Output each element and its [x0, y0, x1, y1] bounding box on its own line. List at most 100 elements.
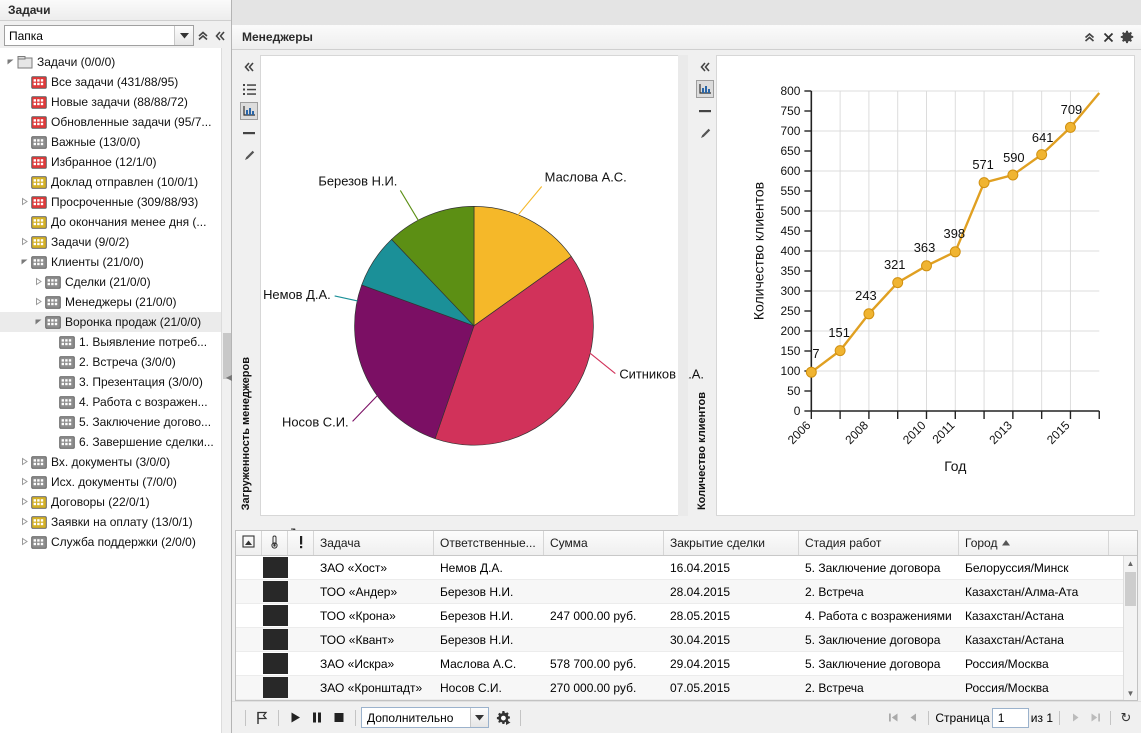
page-number-input[interactable]: 1 — [991, 707, 1029, 728]
triangle-right-icon[interactable] — [32, 277, 45, 287]
triangle-down-icon[interactable] — [4, 58, 17, 67]
triangle-right-icon[interactable] — [18, 497, 31, 507]
triangle-right-icon[interactable] — [18, 457, 31, 467]
tree-item[interactable]: Обновленные задачи (95/7... — [0, 112, 221, 132]
table-column-header-c_prio[interactable] — [288, 531, 314, 555]
chevron-down-icon[interactable] — [470, 708, 488, 727]
close-icon[interactable] — [1100, 29, 1116, 45]
tree-item[interactable]: Договоры (22/0/1) — [0, 492, 221, 512]
scroll-down-icon[interactable]: ▼ — [1124, 686, 1137, 700]
table-scrollbar[interactable]: ▲ ▼ — [1123, 556, 1137, 700]
tree-item[interactable]: Клиенты (21/0/0) — [0, 252, 221, 272]
table-column-header-c_flag[interactable] — [262, 531, 288, 555]
extra-mode-combo[interactable]: Дополнительно — [361, 707, 489, 728]
table-row[interactable]: ЗАО «Хост» Немов Д.А. 16.04.2015 5. Заключе… — [236, 556, 1137, 580]
pencil-icon[interactable] — [240, 146, 258, 164]
tree-item[interactable]: 3. Презентация (3/0/0) — [0, 372, 221, 392]
tree-item[interactable]: 5. Заключение догово... — [0, 412, 221, 432]
refresh-page-button[interactable]: ↻ — [1117, 709, 1135, 727]
table-body[interactable]: ЗАО «Хост» Немов Д.А. 16.04.2015 5. Заключе… — [236, 556, 1137, 702]
chevrons-up-icon[interactable] — [1081, 29, 1097, 45]
table-row[interactable]: ТОО «Андер» Березов Н.И. 28.04.2015 2. Встр… — [236, 580, 1137, 604]
chevrons-left-icon[interactable] — [211, 25, 228, 46]
table-column-header-resp[interactable]: Ответственные... — [434, 531, 544, 555]
tree-item[interactable]: Сделки (21/0/0) — [0, 272, 221, 292]
triangle-down-icon[interactable] — [18, 258, 31, 267]
table-cell-task: ЗАО «Кронштадт» — [314, 676, 434, 699]
chart-icon[interactable] — [240, 102, 258, 120]
triangle-right-icon[interactable] — [18, 477, 31, 487]
tree-item[interactable]: Новые задачи (88/88/72) — [0, 92, 221, 112]
last-page-button[interactable] — [1086, 709, 1104, 727]
triangle-down-icon[interactable] — [32, 318, 45, 327]
pause-icon[interactable] — [306, 707, 328, 729]
first-page-button[interactable] — [884, 709, 902, 727]
play-icon[interactable] — [284, 707, 306, 729]
tree-item[interactable]: Важные (13/0/0) — [0, 132, 221, 152]
table-cell-c_flag — [262, 604, 288, 627]
svg-text:50: 50 — [787, 384, 801, 398]
chevrons-left-icon[interactable] — [240, 58, 258, 76]
gear-icon[interactable] — [1119, 29, 1135, 45]
table-column-header-rest[interactable] — [1109, 531, 1141, 555]
table-scrollbar-thumb[interactable] — [1125, 572, 1136, 606]
gear-run-icon[interactable] — [493, 707, 515, 729]
tree-item[interactable]: Задачи (9/0/2) — [0, 232, 221, 252]
sidebar-scrollbar[interactable] — [221, 48, 231, 733]
triangle-right-icon[interactable] — [18, 517, 31, 527]
tree-item[interactable]: Избранное (12/1/0) — [0, 152, 221, 172]
table-cell-c_attach — [236, 604, 262, 627]
table-column-header-c_attach[interactable] — [236, 531, 262, 555]
chart-icon[interactable] — [696, 80, 714, 98]
chevrons-up-icon[interactable] — [194, 25, 211, 46]
table-column-header-sum[interactable]: Сумма — [544, 531, 664, 555]
tree-item[interactable]: Просроченные (309/88/93) — [0, 192, 221, 212]
tree-item[interactable]: 4. Работа с возражен... — [0, 392, 221, 412]
tree-item[interactable]: 2. Встреча (3/0/0) — [0, 352, 221, 372]
table-row[interactable]: ТОО «Квант» Березов Н.И. 30.04.2015 5. Закл… — [236, 628, 1137, 652]
list-icon[interactable] — [240, 80, 258, 98]
table-column-header-close[interactable]: Закрытие сделки — [664, 531, 799, 555]
column-header-label: Сумма — [550, 536, 588, 550]
table-column-header-stage[interactable]: Стадия работ — [799, 531, 959, 555]
tree-item[interactable]: 1. Выявление потреб... — [0, 332, 221, 352]
tree-item[interactable]: Задачи (0/0/0) — [0, 52, 221, 72]
table-row[interactable]: ЗАО «Кронштадт» Носов С.И. 270 000.00 руб.… — [236, 676, 1137, 700]
tree-item[interactable]: 6. Завершение сделки... — [0, 432, 221, 452]
table-column-header-city[interactable]: Город — [959, 531, 1109, 555]
tree-item[interactable]: Вх. документы (3/0/0) — [0, 452, 221, 472]
stop-icon[interactable] — [328, 707, 350, 729]
tree-item[interactable]: Все задачи (431/88/95) — [0, 72, 221, 92]
triangle-right-icon[interactable] — [32, 297, 45, 307]
folder-tree[interactable]: Задачи (0/0/0) Все задачи (431/88/95) Новы… — [0, 48, 221, 733]
tree-item-icon — [31, 475, 47, 489]
line-chart-canvas[interactable]: 800 750 700 650 600 550 500 450 400 350 … — [716, 55, 1135, 516]
triangle-right-icon[interactable] — [18, 197, 31, 207]
table-column-header-task[interactable]: Задача — [314, 531, 434, 555]
column-header-label: Стадия работ — [805, 536, 882, 550]
table-row[interactable]: ЗАО «Искра» Маслова А.С. 578 700.00 руб. 29… — [236, 652, 1137, 676]
table-cell-close: 28.04.2015 — [664, 580, 799, 603]
tree-item[interactable]: Заявки на оплату (13/0/1) — [0, 512, 221, 532]
tree-item[interactable]: Воронка продаж (21/0/0) — [0, 312, 221, 332]
minus-icon[interactable] — [240, 124, 258, 142]
prev-page-button[interactable] — [904, 709, 922, 727]
tree-item[interactable]: Доклад отправлен (10/0/1) — [0, 172, 221, 192]
triangle-right-icon[interactable] — [18, 537, 31, 547]
triangle-right-icon[interactable] — [18, 237, 31, 247]
minus-icon[interactable] — [696, 102, 714, 120]
scroll-up-icon[interactable]: ▲ — [1124, 556, 1137, 570]
tree-item[interactable]: До окончания менее дня (... — [0, 212, 221, 232]
flag-icon[interactable] — [251, 707, 273, 729]
tree-item[interactable]: Исх. документы (7/0/0) — [0, 472, 221, 492]
pencil-icon[interactable] — [696, 124, 714, 142]
table-row[interactable]: ТОО «Крона» Березов Н.И. 247 000.00 руб. 28… — [236, 604, 1137, 628]
next-page-button[interactable] — [1066, 709, 1084, 727]
tree-item[interactable]: Менеджеры (21/0/0) — [0, 292, 221, 312]
tree-item[interactable]: Служба поддержки (2/0/0) — [0, 532, 221, 552]
folder-filter-combo[interactable]: Папка — [4, 25, 194, 46]
chevrons-left-icon[interactable] — [696, 58, 714, 76]
cell-text: 30.04.2015 — [670, 632, 731, 647]
pie-chart-canvas[interactable]: Маслова А.С. Ситников А.А. Носов С.И. Не… — [260, 55, 704, 516]
chevron-down-icon[interactable] — [174, 26, 193, 45]
